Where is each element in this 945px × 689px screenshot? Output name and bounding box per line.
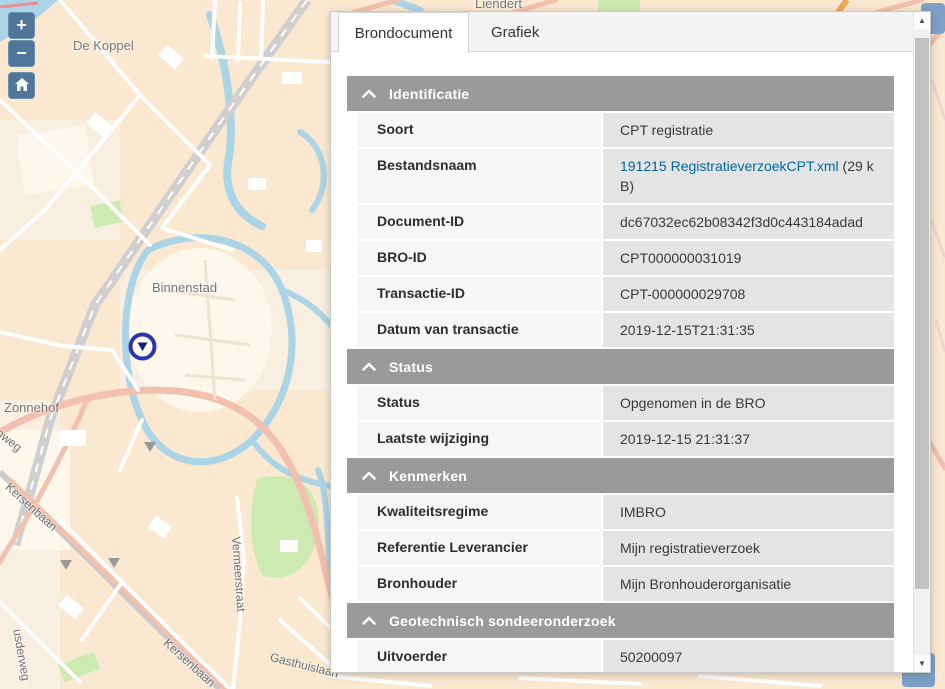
zoom-in-button[interactable]: + xyxy=(8,12,35,39)
section-title: Status xyxy=(389,359,433,375)
row-value: 50200097 xyxy=(603,640,894,672)
zoom-out-button[interactable]: − xyxy=(8,40,35,67)
table-row: SoortCPT registratie xyxy=(357,113,894,147)
scrollbar-down-icon[interactable]: ▼ xyxy=(914,655,930,672)
row-label: Laatste wijziging xyxy=(357,422,601,456)
home-button[interactable] xyxy=(8,72,35,99)
chevron-up-icon xyxy=(362,89,376,98)
table-row: BRO-IDCPT000000031019 xyxy=(357,241,894,275)
row-value: CPT000000031019 xyxy=(603,241,894,275)
scrollbar-up-icon[interactable]: ▲ xyxy=(914,12,930,29)
row-value: Opgenomen in de BRO xyxy=(603,386,894,420)
row-value: 2019-12-15 21:31:37 xyxy=(603,422,894,456)
table-row: Datum van transactie2019-12-15T21:31:35 xyxy=(357,313,894,347)
row-value: Mijn registratieverzoek xyxy=(603,531,894,565)
row-value: IMBRO xyxy=(603,495,894,529)
row-label: Referentie Leverancier xyxy=(357,531,601,565)
section-header[interactable]: Geotechnisch sondeeronderzoek xyxy=(347,603,894,638)
row-value: 2019-12-15T21:31:35 xyxy=(603,313,894,347)
row-label: Kwaliteitsregime xyxy=(357,495,601,529)
row-label: Soort xyxy=(357,113,601,147)
row-label: Datum van transactie xyxy=(357,313,601,347)
row-label: Status xyxy=(357,386,601,420)
table-row: StatusOpgenomen in de BRO xyxy=(357,386,894,420)
scrollbar-thumb[interactable] xyxy=(915,38,929,589)
row-value: dc67032ec62b08342f3d0c443184adad xyxy=(603,205,894,239)
section-header[interactable]: Kenmerken xyxy=(347,458,894,493)
section-header[interactable]: Identificatie xyxy=(347,76,894,111)
row-label: BRO-ID xyxy=(357,241,601,275)
table-row: BronhouderMijn Bronhouderorganisatie xyxy=(357,567,894,601)
table-row: Bestandsnaam191215 RegistratieverzoekCPT… xyxy=(357,149,894,203)
table-row: Document-IDdc67032ec62b08342f3d0c443184a… xyxy=(357,205,894,239)
table-row: Referentie LeverancierMijn registratieve… xyxy=(357,531,894,565)
row-label: Document-ID xyxy=(357,205,601,239)
row-value: 191215 RegistratieverzoekCPT.xml (29 kB) xyxy=(603,149,894,203)
section-title: Identificatie xyxy=(389,86,469,102)
tab-brondocument[interactable]: Brondocument xyxy=(338,12,469,53)
chevron-up-icon xyxy=(362,616,376,625)
table-row: KwaliteitsregimeIMBRO xyxy=(357,495,894,529)
section-header[interactable]: Status xyxy=(347,349,894,384)
tab-grafiek[interactable]: Grafiek xyxy=(470,12,580,52)
detail-panel: BrondocumentGrafiek IdentificatieSoortCP… xyxy=(330,11,931,673)
chevron-up-icon xyxy=(362,362,376,371)
section: StatusStatusOpgenomen in de BROLaatste w… xyxy=(347,349,894,456)
section: Kenmerken KwaliteitsregimeIMBROReferentie… xyxy=(347,458,894,601)
row-label: Uitvoerder xyxy=(357,640,601,672)
map-marker[interactable] xyxy=(126,330,159,368)
row-label: Bestandsnaam xyxy=(357,149,601,203)
row-value: CPT-000000029708 xyxy=(603,277,894,311)
section-title: Geotechnisch sondeeronderzoek xyxy=(389,613,616,629)
row-value: CPT registratie xyxy=(603,113,894,147)
tab-label: Brondocument xyxy=(355,25,453,42)
table-row: Uitvoerder50200097 xyxy=(357,640,894,672)
table-row: Laatste wijziging2019-12-15 21:31:37 xyxy=(357,422,894,456)
tab-label: Grafiek xyxy=(491,24,539,41)
section: Geotechnisch sondeeronderzoek Uitvoerder5… xyxy=(347,603,894,672)
chevron-up-icon xyxy=(362,471,376,480)
row-label: Bronhouder xyxy=(357,567,601,601)
row-label: Transactie-ID xyxy=(357,277,601,311)
panel-scrollbar[interactable]: ▲ ▼ xyxy=(913,12,930,672)
section-title: Kenmerken xyxy=(389,468,467,484)
row-value: Mijn Bronhouderorganisatie xyxy=(603,567,894,601)
table-row: Transactie-IDCPT-000000029708 xyxy=(357,277,894,311)
panel-content: Identificatie SoortCPT registratieBestand… xyxy=(331,52,913,672)
section: Identificatie SoortCPT registratieBestand… xyxy=(347,76,894,347)
tab-bar: Brondocument Grafiek xyxy=(331,12,913,52)
file-link[interactable]: 191215 RegistratieverzoekCPT.xml xyxy=(620,158,839,174)
app-window: De Koppel Liendert Binnenstad Zonnehof k… xyxy=(0,0,945,689)
home-icon xyxy=(14,76,30,96)
